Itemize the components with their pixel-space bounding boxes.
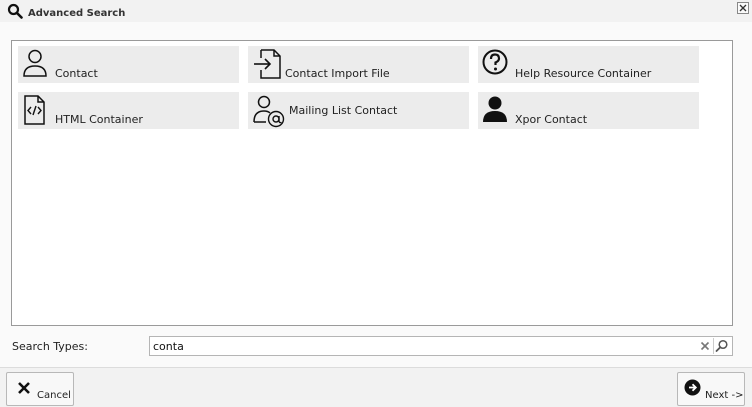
code-file-icon	[22, 94, 52, 126]
title-bar: Advanced Search	[0, 0, 752, 22]
x-icon	[17, 381, 31, 398]
results-panel[interactable]: Contact Contact Import File Help Resourc…	[11, 40, 733, 326]
question-circle-icon	[482, 48, 512, 80]
file-import-icon	[252, 48, 282, 80]
result-item-xpor-contact[interactable]: Xpor Contact	[478, 92, 699, 129]
clear-search-button[interactable]	[698, 339, 712, 353]
search-types-label: Search Types:	[12, 340, 88, 353]
person-solid-icon	[482, 94, 512, 126]
result-item-mailing-list-contact[interactable]: Mailing List Contact	[248, 92, 469, 129]
arrow-right-circle-icon	[684, 379, 701, 399]
result-item-label: Help Resource Container	[515, 67, 652, 80]
person-at-icon	[252, 94, 286, 128]
result-item-label: HTML Container	[55, 113, 143, 126]
cancel-button[interactable]: Cancel	[6, 372, 74, 406]
advanced-search-dialog: Advanced Search Contact Contact Import F…	[0, 0, 752, 407]
search-go-button[interactable]	[713, 338, 730, 354]
search-icon	[715, 339, 728, 352]
person-outline-icon	[22, 48, 52, 80]
dialog-footer: Cancel Next ->	[0, 367, 752, 407]
clear-icon	[700, 341, 710, 351]
result-item-label: Xpor Contact	[515, 113, 588, 126]
result-item-label: Contact	[55, 67, 98, 80]
result-item-contact-import-file[interactable]: Contact Import File	[248, 46, 469, 83]
dialog-content: Contact Contact Import File Help Resourc…	[0, 22, 752, 367]
next-button[interactable]: Next ->	[677, 372, 745, 406]
result-item-label: Contact Import File	[285, 67, 390, 80]
result-item-label: Mailing List Contact	[289, 104, 398, 117]
search-types-input[interactable]	[153, 338, 693, 354]
result-item-html-container[interactable]: HTML Container	[18, 92, 239, 129]
dialog-title: Advanced Search	[28, 8, 126, 19]
search-types-field	[149, 336, 733, 356]
close-icon	[739, 4, 747, 12]
close-button[interactable]	[737, 2, 749, 14]
result-item-help-resource-container[interactable]: Help Resource Container	[478, 46, 699, 83]
result-item-contact[interactable]: Contact	[18, 46, 239, 83]
magnifier-icon	[7, 3, 23, 19]
next-button-label: Next ->	[705, 390, 744, 401]
cancel-button-label: Cancel	[37, 390, 71, 401]
